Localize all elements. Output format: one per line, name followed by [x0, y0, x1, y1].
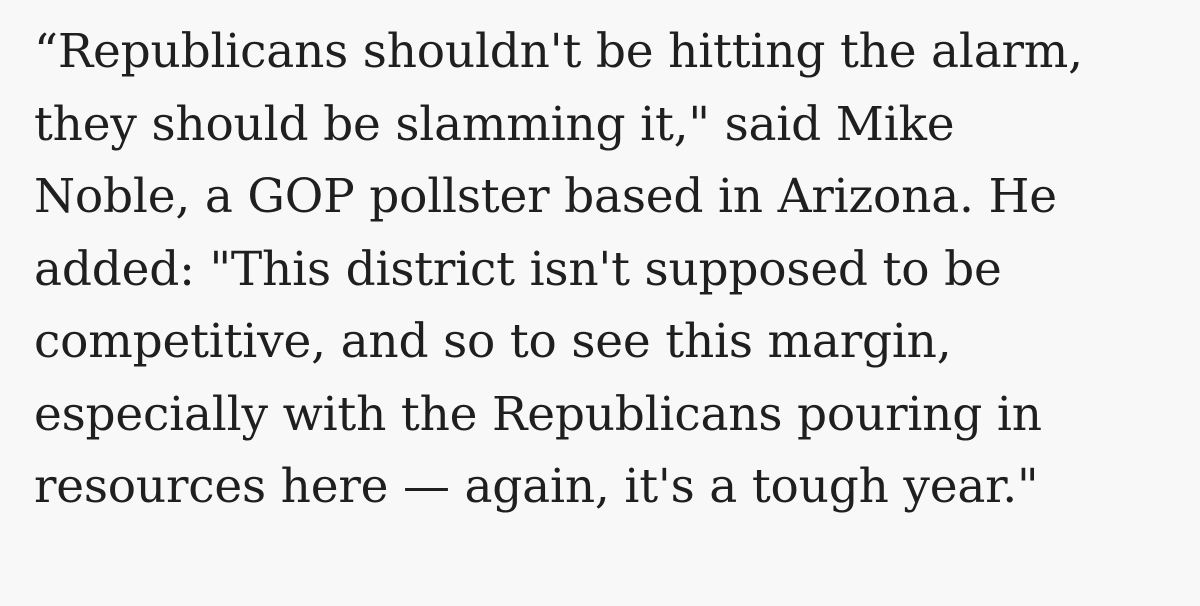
- article-excerpt: “Republicans shouldn't be hitting the al…: [0, 0, 1200, 606]
- quote-paragraph: “Republicans shouldn't be hitting the al…: [34, 16, 1170, 524]
- quote-line-6: especially with the Republicans pouring …: [34, 386, 1042, 442]
- quote-line-3: Noble, a GOP pollster based in Arizona. …: [34, 169, 1057, 224]
- quote-line-7: resources here — again, it's a tough yea…: [34, 459, 1039, 514]
- quote-line-5: competitive, and so to see this margin,: [34, 314, 952, 369]
- quote-line-1: “Republicans shouldn't be hitting the al…: [34, 24, 1083, 79]
- quote-line-2: they should be slamming it," said Mike: [34, 96, 955, 152]
- quote-line-4: added: "This district isn't supposed to …: [34, 241, 1002, 297]
